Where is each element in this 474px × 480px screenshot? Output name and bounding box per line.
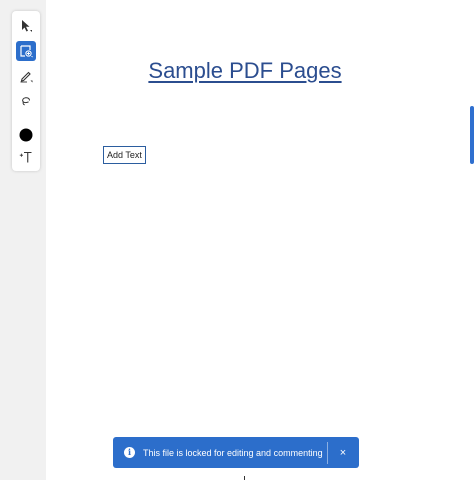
- info-icon: i: [124, 447, 135, 458]
- lasso-tool-button[interactable]: [16, 91, 36, 111]
- notification-message: This file is locked for editing and comm…: [143, 447, 323, 458]
- select-tool-button[interactable]: [16, 16, 36, 36]
- lasso-icon: [19, 94, 33, 108]
- add-comment-icon: [19, 44, 33, 58]
- cursor-arrow-icon: [19, 19, 33, 33]
- color-circle-icon: [19, 128, 33, 142]
- page-title: Sample PDF Pages: [148, 58, 342, 83]
- text-size-icon: [19, 150, 33, 164]
- add-text-box[interactable]: Add Text: [103, 146, 146, 164]
- annotation-toolbar: [12, 11, 40, 171]
- close-notification-button[interactable]: ×: [328, 447, 358, 459]
- scrollbar-thumb[interactable]: [470, 106, 474, 164]
- text-caret: [244, 476, 245, 480]
- locked-file-notification: i This file is locked for editing and co…: [113, 437, 359, 468]
- color-tool-button[interactable]: [16, 125, 36, 145]
- text-size-tool-button[interactable]: [16, 147, 36, 167]
